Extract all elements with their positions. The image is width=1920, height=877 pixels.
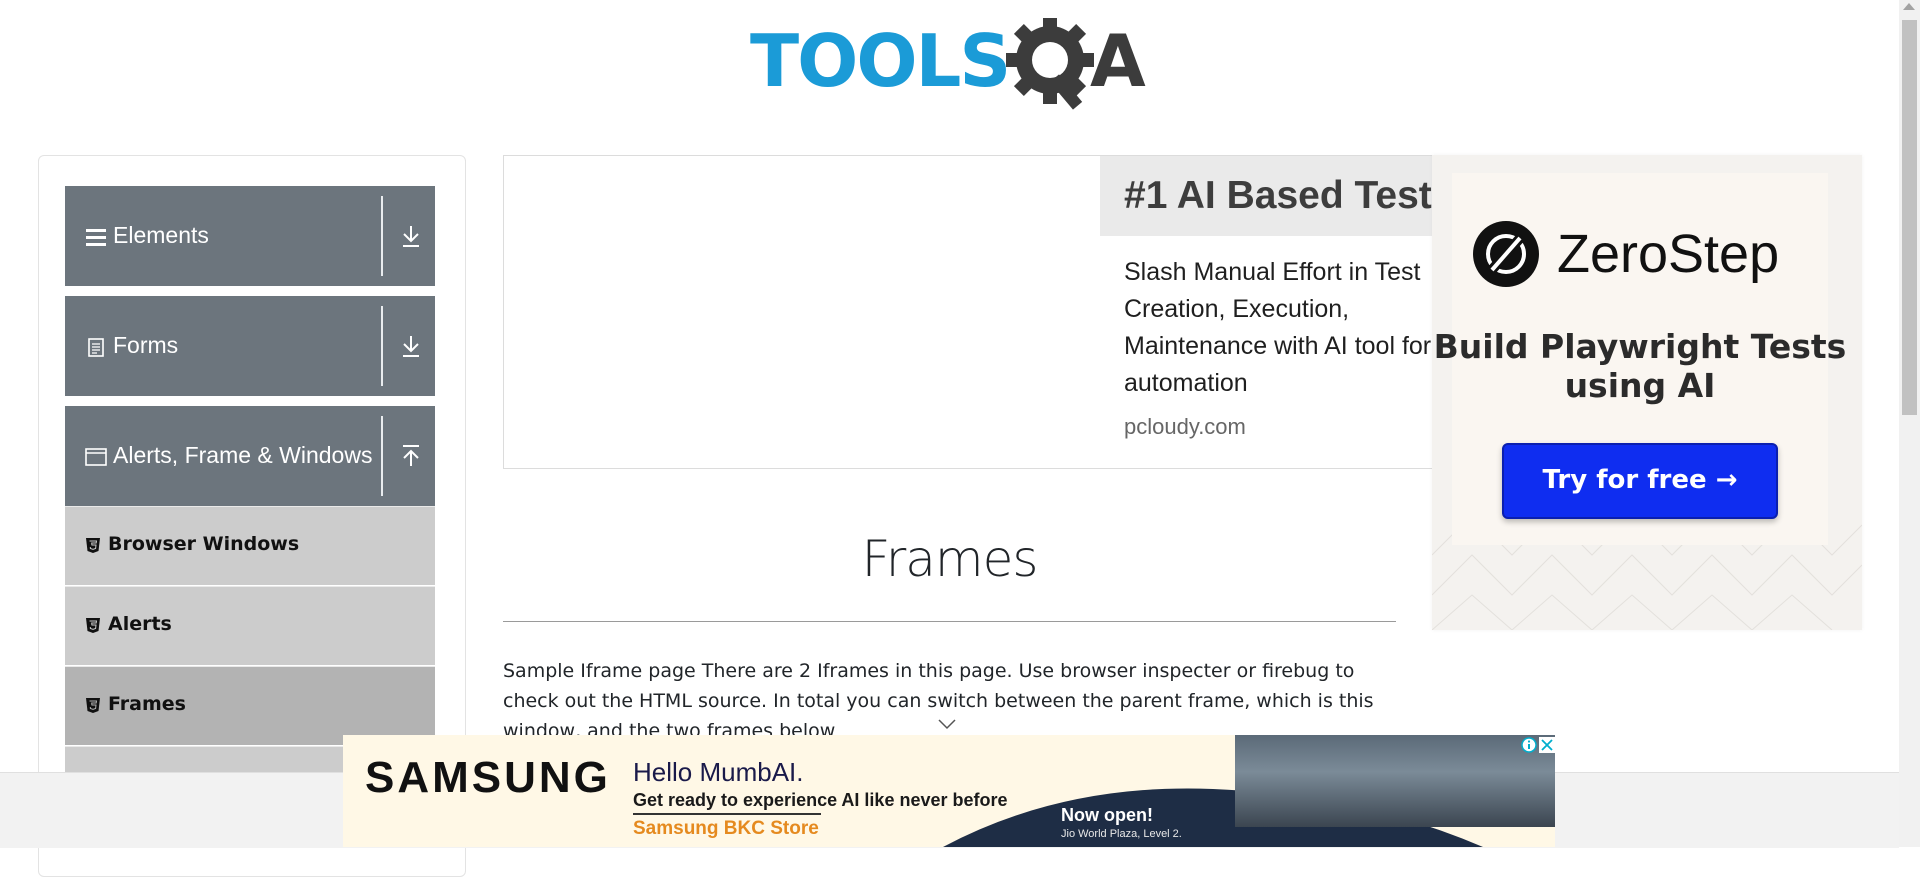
scrollbar-thumb[interactable]	[1902, 20, 1917, 415]
sidebar-item-label: Browser Windows	[108, 533, 300, 555]
svg-text:TOOLS: TOOLS	[750, 19, 1009, 103]
info-icon[interactable]	[1521, 737, 1537, 753]
close-icon[interactable]	[1539, 737, 1555, 753]
sidebar-group-alerts-frame-windows[interactable]: Alerts, Frame & Windows	[65, 406, 435, 506]
try-for-free-button[interactable]: Try for free →	[1502, 443, 1778, 519]
sidebar-group-elements[interactable]: Elements	[65, 186, 435, 286]
svg-text:A: A	[1090, 19, 1146, 103]
upload-arrow-icon[interactable]	[398, 442, 424, 470]
divider	[381, 416, 383, 496]
sidebar-group-title: Elements	[113, 222, 209, 248]
html5-icon	[86, 618, 100, 633]
toolsqa-logo[interactable]: TOOLS A	[750, 18, 1156, 113]
ad-store: Samsung BKC Store	[633, 818, 819, 839]
ad-brand: ZeroStep	[1557, 224, 1780, 284]
divider	[381, 196, 383, 276]
page-title: Frames	[861, 530, 1039, 588]
ad-location: Jio World Plaza, Level 2.	[1061, 828, 1182, 840]
ad-body: Slash Manual Effort in Test Creation, Ex…	[1124, 258, 1432, 397]
ad-open-text: Now open!	[1061, 805, 1153, 825]
intro-text: Sample Iframe page There are 2 Iframes i…	[503, 660, 1374, 742]
divider	[381, 306, 383, 386]
sidebar-item-browser-windows[interactable]: Browser Windows	[65, 506, 435, 585]
zerostep-ad[interactable]: ZeroStep Build Playwright Tests using AI…	[1432, 155, 1862, 630]
hamburger-icon	[86, 229, 106, 246]
divider	[503, 621, 1396, 622]
html5-icon	[86, 698, 100, 713]
download-arrow-icon[interactable]	[398, 332, 424, 360]
scroll-up-arrow-icon[interactable]	[1903, 3, 1915, 10]
samsung-ad[interactable]: SAMSUNG Hello MumbAI. Get ready to exper…	[343, 735, 1555, 847]
window-icon	[85, 448, 107, 466]
html5-icon	[86, 538, 100, 553]
sidebar-item-label: Frames	[108, 693, 186, 715]
sidebar-group-title: Alerts, Frame & Windows	[113, 442, 373, 468]
chevron-down-icon[interactable]	[937, 718, 957, 730]
store-photo	[1235, 735, 1555, 827]
ad-title: #1 AI Based Test	[1124, 174, 1432, 217]
sidebar-item-alerts[interactable]: Alerts	[65, 586, 435, 665]
sidebar-item-label: Alerts	[108, 613, 172, 635]
document-icon	[88, 338, 104, 357]
pcloudy-ad[interactable]: #1 AI Based Test Slash Manual Effort in …	[503, 155, 1437, 469]
ad-brand: SAMSUNG	[365, 753, 611, 802]
ad-tagline: Build Playwright Tests using AI	[1433, 327, 1847, 405]
ad-domain: pcloudy.com	[1124, 414, 1246, 439]
sidebar-group-forms[interactable]: Forms	[65, 296, 435, 396]
zerostep-logo-icon	[1473, 221, 1539, 287]
sidebar-group-title: Forms	[113, 332, 179, 358]
download-arrow-icon[interactable]	[398, 222, 424, 250]
sidebar-item-frames[interactable]: Frames	[65, 666, 435, 745]
divider	[633, 813, 821, 815]
ad-headline: Hello MumbAI.	[633, 757, 804, 787]
